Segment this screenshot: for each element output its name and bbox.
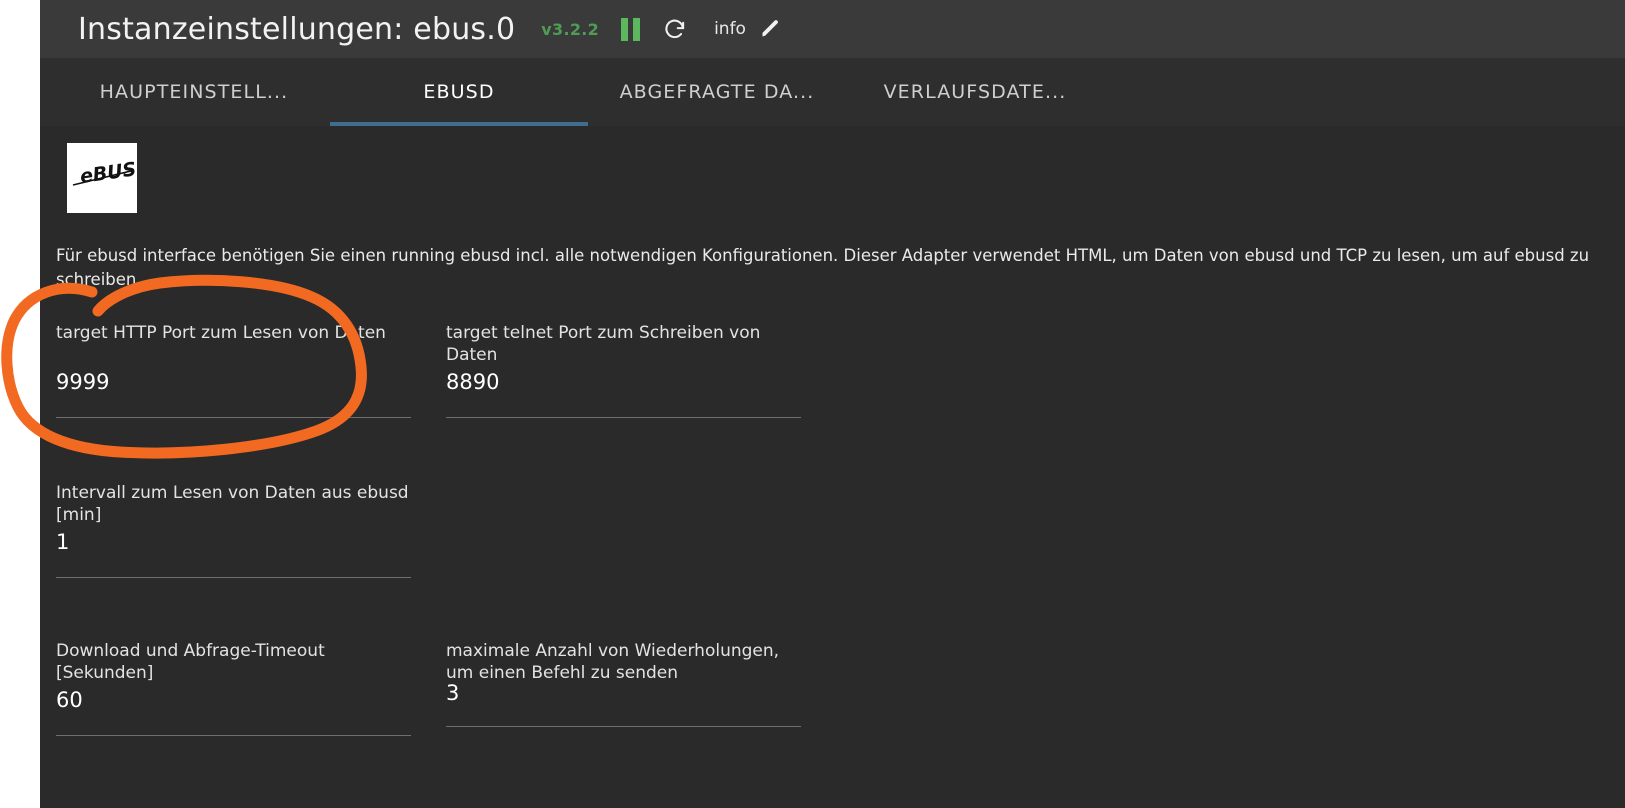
page-title: Instanzeinstellungen: ebus.0 (78, 11, 516, 47)
ebus-logo-mark: eBUS (72, 158, 137, 188)
tab-verlaufsdaten[interactable]: VERLAUFSDATE... (846, 58, 1104, 126)
telnet-port-input[interactable]: 8890 (446, 367, 801, 397)
pause-bar-right (633, 17, 641, 41)
tab-label: EBUSD (423, 81, 495, 103)
http-port-input[interactable]: 9999 (56, 367, 411, 397)
field-underline (56, 577, 411, 578)
field-label: Intervall zum Lesen von Daten aus ebusd … (56, 483, 409, 525)
field-label: target HTTP Port zum Lesen von Daten (56, 323, 386, 343)
title-bar: Instanzeinstellungen: ebus.0 v3.2.2 info (40, 0, 1625, 58)
field-underline (446, 417, 801, 418)
field-label: maximale Anzahl von Wiederholungen, um e… (446, 641, 780, 683)
ebus-logo: eBUS (67, 143, 137, 213)
tab-hauptheinstellungen[interactable]: HAUPTEINSTELL... (58, 58, 330, 126)
field-timeout[interactable]: Download und Abfrage-Timeout [Sekunden] … (56, 636, 411, 796)
pause-bar-left (621, 17, 629, 41)
field-underline (56, 735, 411, 736)
field-label (446, 482, 801, 526)
tab-panel-ebusd: eBUS Für ebusd interface benötigen Sie e… (40, 126, 1625, 808)
form-row: Download und Abfrage-Timeout [Sekunden] … (56, 636, 1601, 796)
form-row: target HTTP Port zum Lesen von Daten 999… (56, 318, 1601, 478)
max-retries-input[interactable]: 3 (446, 678, 459, 708)
field-http-port[interactable]: target HTTP Port zum Lesen von Daten 999… (56, 318, 411, 478)
info-label[interactable]: info (714, 19, 746, 39)
field-label: target telnet Port zum Schreiben von Dat… (446, 323, 761, 365)
screenshot-root: Instanzeinstellungen: ebus.0 v3.2.2 info (0, 0, 1625, 808)
tab-label: HAUPTEINSTELL... (99, 81, 289, 103)
field-value (446, 527, 801, 557)
read-interval-input[interactable]: 1 (56, 527, 411, 557)
form-row: Intervall zum Lesen von Daten aus ebusd … (56, 478, 1601, 636)
tab-abgefragte-daten[interactable]: ABGEFRAGTE DA... (588, 58, 846, 126)
version-label: v3.2.2 (541, 19, 600, 39)
settings-form: target HTTP Port zum Lesen von Daten 999… (56, 318, 1601, 796)
field-read-interval[interactable]: Intervall zum Lesen von Daten aus ebusd … (56, 478, 411, 636)
tab-bar: HAUPTEINSTELL... EBUSD ABGEFRAGTE DA... … (40, 58, 1625, 126)
field-underline (446, 577, 801, 578)
admin-window: Instanzeinstellungen: ebus.0 v3.2.2 info (40, 0, 1625, 808)
refresh-icon[interactable] (662, 16, 688, 42)
svg-text:eBUS: eBUS (79, 158, 137, 188)
tab-ebusd[interactable]: EBUSD (330, 58, 588, 126)
tab-label: VERLAUFSDATE... (883, 81, 1067, 103)
panel-description: Für ebusd interface benötigen Sie einen … (56, 246, 1590, 289)
field-max-retries[interactable]: maximale Anzahl von Wiederholungen, um e… (446, 636, 801, 796)
pause-icon[interactable] (621, 17, 641, 41)
field-telnet-port[interactable]: target telnet Port zum Schreiben von Dat… (446, 318, 801, 478)
timeout-input[interactable]: 60 (56, 685, 411, 715)
field-spacer (446, 478, 801, 636)
tab-label: ABGEFRAGTE DA... (619, 81, 815, 103)
pencil-icon[interactable] (758, 17, 782, 41)
field-label: Download und Abfrage-Timeout [Sekunden] (56, 641, 325, 683)
field-underline (56, 417, 411, 418)
field-underline (446, 726, 801, 727)
